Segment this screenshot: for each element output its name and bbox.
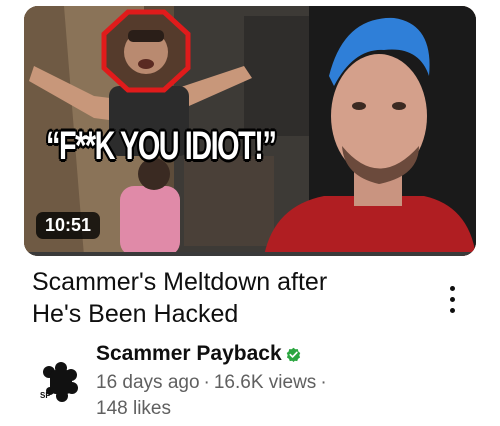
view-count: 16.6K views <box>213 372 317 393</box>
video-title[interactable]: Scammer's Meltdown after He's Been Hacke… <box>32 266 412 330</box>
more-options-button[interactable] <box>444 286 460 316</box>
video-title-line-2: He's Been Hacked <box>32 300 239 328</box>
thumbnail-caption: “F**K YOU IDIOT!” <box>46 124 277 168</box>
channel-row: Scammer Payback <box>96 342 301 366</box>
thumbnail-bottom-bar <box>24 252 476 256</box>
more-vert-icon-dot <box>450 308 455 313</box>
verified-check-icon <box>286 347 300 362</box>
video-title-line-1: Scammer's Meltdown after <box>32 268 328 296</box>
more-vert-icon <box>450 286 455 291</box>
channel-avatar[interactable]: SP <box>34 358 82 406</box>
separator: · <box>320 372 327 393</box>
channel-name[interactable]: Scammer Payback <box>96 342 282 366</box>
duration-badge: 10:51 <box>36 212 101 239</box>
avatar-text: SP <box>40 391 51 400</box>
separator: · <box>203 372 210 393</box>
upload-age: 16 days ago <box>96 372 200 393</box>
video-metadata: 16 days ago · 16.6K views · 148 likes <box>96 370 416 422</box>
more-vert-icon-dot <box>450 297 455 302</box>
like-count: 148 likes <box>96 398 171 419</box>
